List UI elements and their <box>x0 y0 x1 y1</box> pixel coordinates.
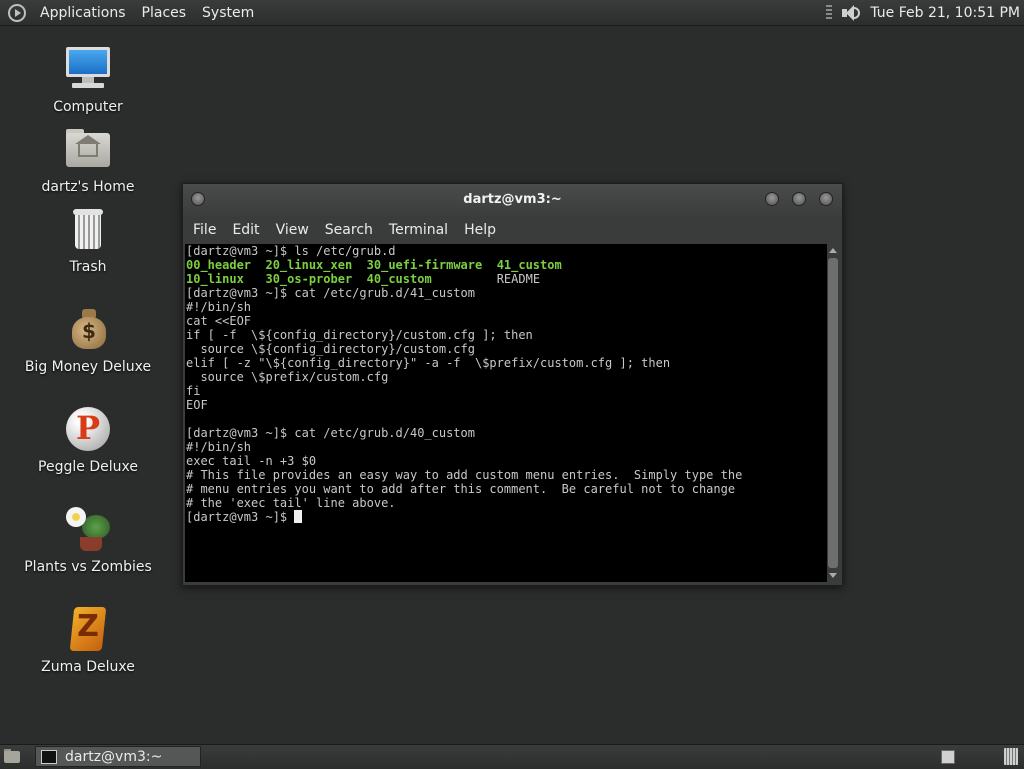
menu-file[interactable]: File <box>185 222 224 238</box>
handle-icon <box>826 4 833 21</box>
terminal-prompt: [dartz@vm3 ~]$ <box>186 510 295 524</box>
terminal-line: # the 'exec tail' line above. <box>186 496 396 510</box>
scrollbar-thumb[interactable] <box>828 258 838 568</box>
desktop-icon-label: Plants vs Zombies <box>24 559 152 575</box>
menu-help[interactable]: Help <box>456 222 504 238</box>
applications-menu[interactable]: Applications <box>32 5 134 21</box>
terminal-line: cat <<EOF <box>186 314 252 328</box>
places-menu[interactable]: Places <box>134 5 195 21</box>
terminal-window[interactable]: dartz@vm3:~ File Edit View Search Termin… <box>182 183 843 586</box>
menu-terminal[interactable]: Terminal <box>381 222 456 238</box>
desktop-icon-peggle-deluxe[interactable]: P Peggle Deluxe <box>20 405 156 475</box>
trash-icon <box>64 205 112 253</box>
ls-entry-executable: 30_os-prober <box>265 272 353 286</box>
ls-entry-executable: 40_custom <box>366 272 432 286</box>
desktop-icon-label: Big Money Deluxe <box>24 359 152 375</box>
ls-entry-executable: 00_header <box>186 258 252 272</box>
taskbar-terminal-button[interactable]: dartz@vm3:~ <box>35 746 201 767</box>
terminal-line: #!/bin/sh <box>186 440 252 454</box>
ls-entry-file: README <box>496 272 541 286</box>
money-bag-icon: $ <box>64 305 112 353</box>
ls-entry-executable: 41_custom <box>496 258 562 272</box>
desktop-icon-label: dartz's Home <box>41 179 135 195</box>
close-button[interactable] <box>819 192 833 206</box>
desktop-icon-label: Trash <box>69 259 107 275</box>
computer-icon <box>64 45 112 93</box>
terminal-line: # menu entries you want to add after thi… <box>186 482 736 496</box>
text-cursor <box>294 510 303 523</box>
minimize-button[interactable] <box>765 192 779 206</box>
ls-entry-executable: 30_uefi-firmware <box>366 258 483 272</box>
home-folder-icon <box>64 125 112 173</box>
desktop-icon-big-money-deluxe[interactable]: $ Big Money Deluxe <box>20 305 156 375</box>
maximize-button[interactable] <box>792 192 806 206</box>
desktop-icon-home[interactable]: dartz's Home <box>20 125 156 195</box>
system-menu[interactable]: System <box>194 5 262 21</box>
ls-output-row: 00_header 20_linux_xen 30_uefi-firmware … <box>185 258 827 272</box>
taskbar-terminal-label: dartz@vm3:~ <box>65 748 163 765</box>
zuma-icon: Z <box>64 605 112 653</box>
panel-tray: Tue Feb 21, 10:51 PM <box>826 0 1024 25</box>
desktop-icon-trash[interactable]: Trash <box>20 205 156 275</box>
bottom-panel: dartz@vm3:~ <box>0 744 1024 769</box>
gnome-foot-icon[interactable] <box>8 3 26 22</box>
terminal-line: fi <box>186 384 201 398</box>
scroll-down-icon[interactable] <box>829 573 837 578</box>
terminal-line: exec tail -n +3 $0 <box>186 454 317 468</box>
workspace-switcher[interactable] <box>941 750 955 764</box>
show-desktop-icon[interactable] <box>4 748 20 764</box>
window-titlebar[interactable]: dartz@vm3:~ <box>183 184 842 216</box>
window-title: dartz@vm3:~ <box>463 192 562 207</box>
terminal-line: EOF <box>186 398 208 412</box>
plants-vs-zombies-icon <box>64 505 112 553</box>
terminal-line: source \$prefix/custom.cfg <box>186 370 389 384</box>
terminal-line: if [ -f \${config_directory}/custom.cfg … <box>186 328 533 342</box>
terminal-line: [dartz@vm3 ~]$ cat /etc/grub.d/41_custom <box>186 286 475 300</box>
top-panel: Applications Places System Tue Feb 21, 1… <box>0 0 1024 26</box>
terminal-output[interactable]: [dartz@vm3 ~]$ ls /etc/grub.d 00_header 2… <box>185 244 827 582</box>
terminal-icon <box>41 749 57 764</box>
terminal-line: source \${config_directory}/custom.cfg <box>186 342 475 356</box>
desktop-icon-plants-vs-zombies[interactable]: Plants vs Zombies <box>20 505 156 575</box>
trash-icon[interactable] <box>1004 748 1018 765</box>
menu-view[interactable]: View <box>268 222 317 238</box>
menu-edit[interactable]: Edit <box>224 222 267 238</box>
prompt-line: [dartz@vm3 ~]$ <box>185 510 827 524</box>
scroll-up-icon[interactable] <box>829 248 837 253</box>
ls-entry-executable: 20_linux_xen <box>265 258 353 272</box>
menu-search[interactable]: Search <box>317 222 381 238</box>
terminal-line: [dartz@vm3 ~]$ ls /etc/grub.d <box>186 244 396 258</box>
speaker-icon[interactable] <box>840 4 862 22</box>
ls-entry-executable: 10_linux <box>186 272 244 286</box>
desktop-icon-label: Computer <box>53 99 123 115</box>
terminal-line: elif [ -z "\${config_directory}" -a -f \… <box>186 356 671 370</box>
clock[interactable]: Tue Feb 21, 10:51 PM <box>870 5 1020 21</box>
peggle-icon: P <box>64 405 112 453</box>
desktop-icon-label: Zuma Deluxe <box>41 659 135 675</box>
terminal-line: [dartz@vm3 ~]$ cat /etc/grub.d/40_custom <box>186 426 475 440</box>
desktop-icon-computer[interactable]: Computer <box>20 45 156 115</box>
desktop-icon-zuma-deluxe[interactable]: Z Zuma Deluxe <box>20 605 156 675</box>
desktop-icon-label: Peggle Deluxe <box>38 459 138 475</box>
terminal-menubar: File Edit View Search Terminal Help <box>183 216 842 244</box>
terminal-line: #!/bin/sh <box>186 300 252 314</box>
terminal-scrollbar[interactable] <box>827 244 840 582</box>
terminal-line: # This file provides an easy way to add … <box>186 468 743 482</box>
ls-output-row: 10_linux 30_os-prober 40_custom README <box>185 272 827 286</box>
